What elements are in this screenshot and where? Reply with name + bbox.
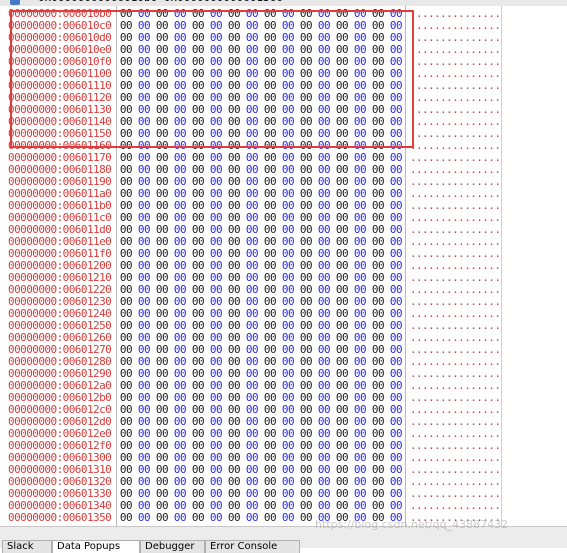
ascii-column[interactable]: ................	[410, 440, 500, 452]
ascii-column[interactable]: ................	[410, 488, 500, 500]
ascii-column[interactable]: ................	[410, 32, 500, 44]
ascii-column[interactable]: ................	[410, 188, 500, 200]
ascii-column[interactable]: ................	[410, 428, 500, 440]
ascii-column[interactable]: ................	[410, 248, 500, 260]
ascii-column[interactable]: ................	[410, 200, 500, 212]
ascii-column[interactable]: ................	[410, 452, 500, 464]
ascii-column[interactable]: ................	[410, 80, 500, 92]
hex-byte[interactable]: 00	[154, 512, 170, 524]
hex-byte[interactable]: 00	[118, 512, 134, 524]
ascii-column[interactable]: ................	[410, 212, 500, 224]
hex-byte[interactable]: 00	[190, 512, 206, 524]
ascii-column[interactable]: ................	[410, 320, 500, 332]
hex-byte[interactable]: 00	[172, 512, 188, 524]
window-icon	[10, 0, 20, 5]
row-address: 00000000:00601350	[8, 511, 112, 524]
window-title: 0x00000000006010b0-0x0000000000601360	[38, 0, 283, 4]
ascii-column[interactable]: ................	[410, 260, 500, 272]
hex-byte[interactable]: 00	[136, 512, 152, 524]
selection-highlight-box	[10, 10, 414, 148]
ascii-column[interactable]: ................	[410, 56, 500, 68]
ascii-column[interactable]: ................	[410, 500, 500, 512]
ascii-column[interactable]: ................	[410, 224, 500, 236]
ascii-column[interactable]: ................	[410, 140, 500, 152]
ascii-column[interactable]: ................	[410, 68, 500, 80]
ascii-column[interactable]: ................	[410, 272, 500, 284]
ascii-column[interactable]: ................	[410, 92, 500, 104]
ascii-column[interactable]: ................	[410, 308, 500, 320]
hex-dump-view[interactable]: 00000000:006010b0 00 00 00 00 00 00 00 00 00 00 00 0…	[6, 6, 501, 526]
ascii-column[interactable]: ................	[410, 380, 500, 392]
ascii-column[interactable]: ................	[410, 296, 500, 308]
side-panel	[501, 6, 567, 526]
ascii-column[interactable]: ................	[410, 236, 500, 248]
ascii-column[interactable]: ................	[410, 416, 500, 428]
hex-byte[interactable]: 00	[208, 512, 224, 524]
ascii-column[interactable]: ................	[410, 392, 500, 404]
ascii-column[interactable]: ................	[410, 404, 500, 416]
ascii-column[interactable]: ................	[410, 368, 500, 380]
ascii-column[interactable]: ................	[410, 464, 500, 476]
ascii-column[interactable]: ................	[410, 176, 500, 188]
watermark-text: https://blog.csdn.net/qq_43887432	[315, 518, 509, 531]
ascii-column[interactable]: ................	[410, 128, 500, 140]
ascii-column[interactable]: ................	[410, 164, 500, 176]
ascii-column[interactable]: ................	[410, 44, 500, 56]
ascii-column[interactable]: ................	[410, 356, 500, 368]
hex-byte[interactable]: 00	[262, 512, 278, 524]
hex-byte[interactable]: 00	[298, 512, 314, 524]
ascii-column[interactable]: ................	[410, 104, 500, 116]
ascii-column[interactable]: ................	[410, 152, 500, 164]
hex-byte[interactable]: 00	[280, 512, 296, 524]
ascii-column[interactable]: ................	[410, 332, 500, 344]
ascii-column[interactable]: ................	[410, 20, 500, 32]
ascii-column[interactable]: ................	[410, 476, 500, 488]
ascii-column[interactable]: ................	[410, 8, 500, 20]
hex-byte[interactable]: 00	[226, 512, 242, 524]
hex-byte[interactable]: 00	[244, 512, 260, 524]
ascii-column[interactable]: ................	[410, 344, 500, 356]
ascii-column[interactable]: ................	[410, 116, 500, 128]
ascii-column[interactable]: ................	[410, 284, 500, 296]
